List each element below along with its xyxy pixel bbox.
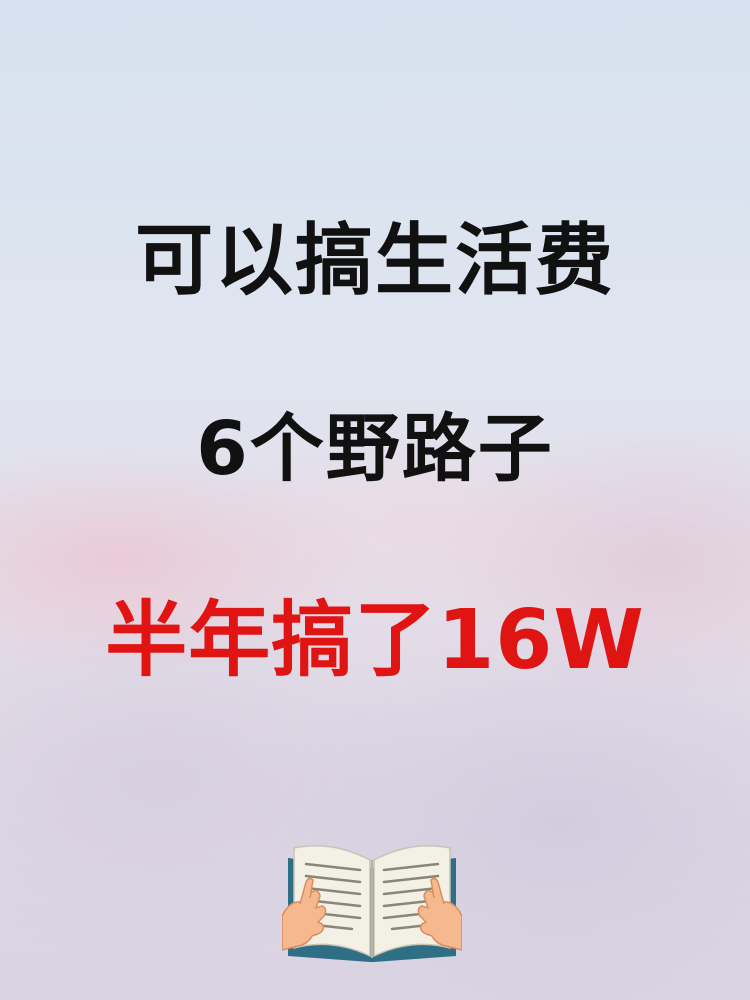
headline-line-3: 半年搞了16W — [105, 593, 645, 688]
headline-line-1: 可以搞生活费 — [134, 216, 615, 306]
headline-line-2: 6个野路子 — [196, 406, 554, 492]
open-book-hands-icon — [282, 845, 462, 962]
